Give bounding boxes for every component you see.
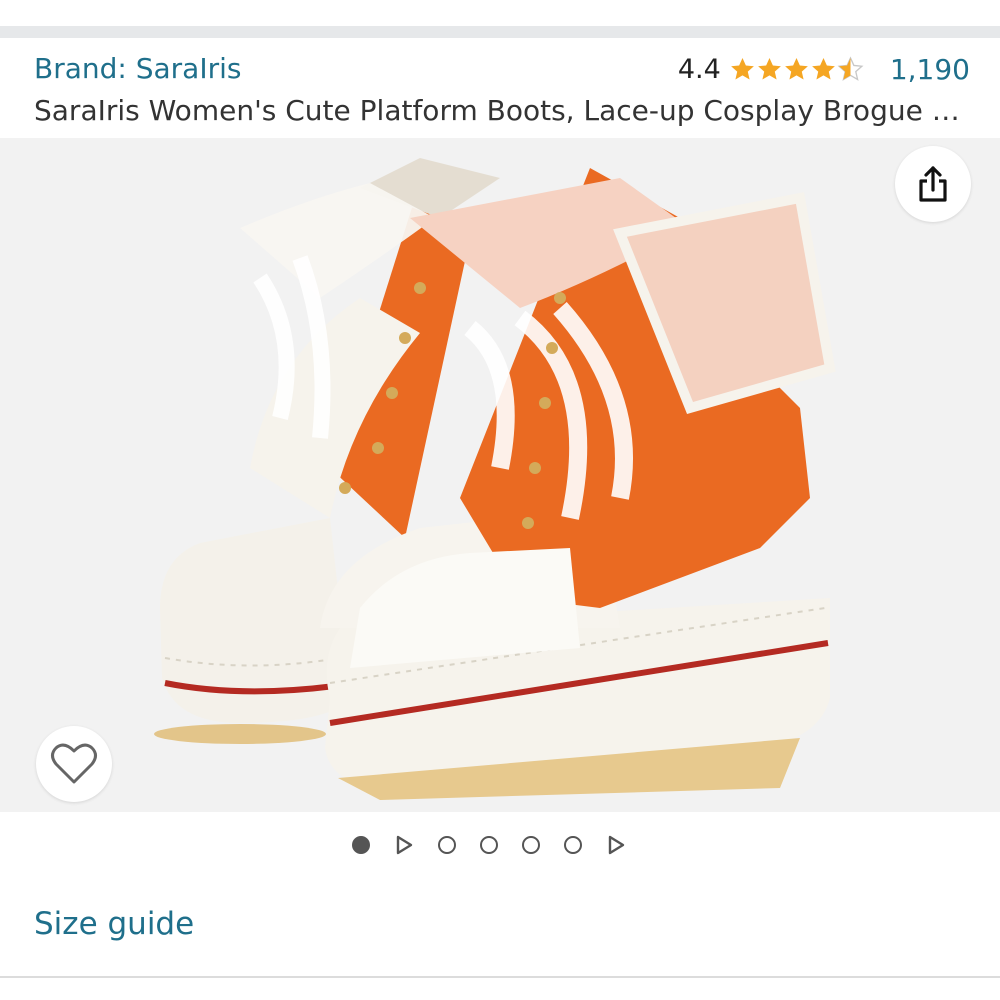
carousel-dot[interactable] <box>564 836 582 854</box>
video-indicator-icon[interactable] <box>606 835 626 855</box>
carousel-dot[interactable] <box>522 836 540 854</box>
heart-icon <box>51 743 97 784</box>
status-area <box>0 0 1000 26</box>
image-carousel-indicators[interactable] <box>340 828 638 862</box>
star-icon <box>784 57 808 80</box>
section-divider <box>0 976 1000 978</box>
product-image <box>0 138 1000 812</box>
product-image-gallery[interactable] <box>0 138 1000 812</box>
wishlist-button[interactable] <box>36 726 112 802</box>
star-rating <box>729 55 864 83</box>
star-icon <box>730 57 754 80</box>
half-star-icon <box>837 55 864 81</box>
section-divider <box>0 26 1000 38</box>
share-button[interactable] <box>895 146 971 222</box>
video-indicator-icon[interactable] <box>394 835 414 855</box>
carousel-dot[interactable] <box>480 836 498 854</box>
rating-value: 4.4 <box>677 53 721 85</box>
review-count: 1,190 <box>889 52 970 86</box>
size-guide-link[interactable]: Size guide <box>34 902 194 946</box>
share-icon <box>919 166 947 202</box>
carousel-dot-active[interactable] <box>352 836 370 854</box>
rating-summary[interactable]: 4.4 1,190 <box>678 50 970 88</box>
star-icon <box>757 57 781 80</box>
brand-link[interactable]: Brand: SaraIris <box>34 50 241 88</box>
product-title[interactable]: SaraIris Women's Cute Platform Boots, La… <box>34 92 974 130</box>
product-header: Brand: SaraIris 4.4 1,190 <box>34 50 970 88</box>
carousel-dot[interactable] <box>438 836 456 854</box>
star-icon <box>811 57 835 80</box>
